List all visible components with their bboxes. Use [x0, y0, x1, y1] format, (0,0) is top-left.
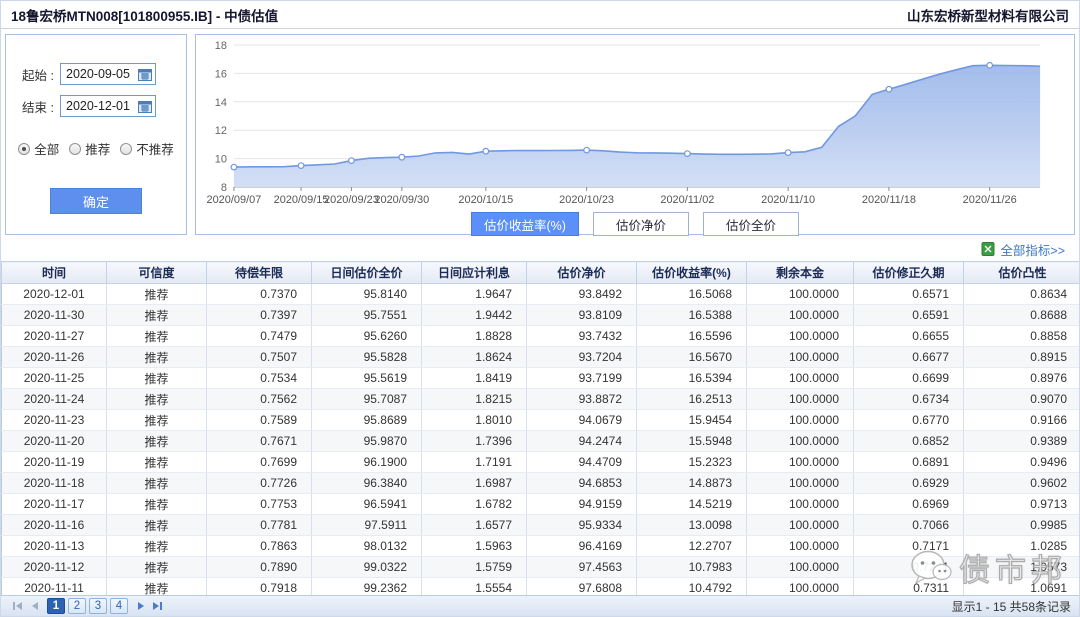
last-page-button[interactable]: [149, 599, 166, 614]
table-header-row: 时间可信度待偿年限日间估价全价日间应计利息估价净价估价收益率(%)剩余本金估价修…: [2, 262, 1080, 284]
svg-text:2020/11/26: 2020/11/26: [963, 194, 1017, 206]
column-header: 待偿年限: [207, 262, 312, 284]
column-header: 估价净价: [527, 262, 637, 284]
svg-text:2020/11/18: 2020/11/18: [862, 194, 916, 206]
svg-text:2020/10/23: 2020/10/23: [559, 194, 614, 206]
pagination-bar: 1234 显示1 - 15 共58条记录: [1, 595, 1079, 616]
metric-tab[interactable]: 估价净价: [593, 212, 689, 236]
page-button-4[interactable]: 4: [110, 598, 128, 614]
chart-panel: 8 10 12 14 16 18 2020/09/07 2020/09/152020/09/2…: [195, 34, 1075, 235]
table-row[interactable]: 2020-11-26推荐0.750795.58281.862493.720416…: [2, 347, 1080, 368]
column-header: 估价修正久期: [854, 262, 964, 284]
column-header: 日间应计利息: [422, 262, 527, 284]
svg-text:2020/10/15: 2020/10/15: [458, 194, 513, 206]
metric-tab[interactable]: 估价全价: [703, 212, 799, 236]
start-date-row: 起始 :: [22, 63, 186, 85]
table-row[interactable]: 2020-11-23推荐0.758995.86891.801094.067915…: [2, 410, 1080, 431]
table-row[interactable]: 2020-11-30推荐0.739795.75511.944293.810916…: [2, 305, 1080, 326]
column-header: 剩余本金: [747, 262, 854, 284]
column-header: 估价凸性: [964, 262, 1080, 284]
end-date-input[interactable]: [66, 99, 138, 113]
calendar-icon[interactable]: [138, 68, 152, 81]
filter-panel: 起始 : 结束 :: [5, 34, 187, 235]
controls-section: 起始 : 结束 :: [1, 29, 1079, 237]
recommend-radio-group: 全部推荐不推荐: [12, 139, 180, 158]
company-name: 山东宏桥新型材料有限公司: [907, 5, 1069, 25]
yield-chart: 8 10 12 14 16 18 2020/09/07 2020/09/152020/09/2…: [196, 37, 1074, 209]
radio-circle-icon[interactable]: [120, 143, 132, 155]
prev-page-button[interactable]: [26, 599, 43, 614]
table-row[interactable]: 2020-11-13推荐0.786398.01321.596396.416912…: [2, 536, 1080, 557]
metric-tabs: 估价收益率(%) 估价净价估价全价: [196, 212, 1074, 236]
start-date-input[interactable]: [66, 67, 138, 81]
radio-不推荐[interactable]: 不推荐: [120, 139, 174, 158]
radio-推荐[interactable]: 推荐: [69, 139, 110, 158]
radio-circle-icon[interactable]: [69, 143, 81, 155]
column-header: 估价收益率(%): [637, 262, 747, 284]
column-header: 日间估价全价: [312, 262, 422, 284]
svg-text:8: 8: [221, 182, 227, 194]
page-title: 18鲁宏桥MTN008[101800955.IB] - 中债估值: [11, 5, 278, 25]
table-body: 2020-12-01推荐0.737095.81401.964793.849216…: [2, 284, 1080, 599]
table-row[interactable]: 2020-11-12推荐0.789099.03221.575997.456310…: [2, 557, 1080, 578]
svg-text:12: 12: [215, 125, 227, 137]
page-button-2[interactable]: 2: [68, 598, 86, 614]
column-header: 时间: [2, 262, 107, 284]
bond-valuation-window: 18鲁宏桥MTN008[101800955.IB] - 中债估值 山东宏桥新型材…: [0, 0, 1080, 617]
svg-text:2020/09/30: 2020/09/30: [374, 194, 429, 206]
table-row[interactable]: 2020-11-16推荐0.778197.59111.657795.933413…: [2, 515, 1080, 536]
start-date-field[interactable]: [60, 63, 156, 85]
excel-export-icon[interactable]: [981, 242, 995, 256]
table-row[interactable]: 2020-11-17推荐0.775396.59411.678294.915914…: [2, 494, 1080, 515]
svg-text:16: 16: [215, 68, 227, 80]
svg-text:18: 18: [215, 40, 227, 52]
indicator-row: 全部指标>>: [1, 237, 1079, 261]
end-date-field[interactable]: [60, 95, 156, 117]
title-bar: 18鲁宏桥MTN008[101800955.IB] - 中债估值 山东宏桥新型材…: [1, 1, 1079, 29]
metric-tab[interactable]: 估价收益率(%): [471, 212, 579, 236]
page-button-3[interactable]: 3: [89, 598, 107, 614]
table-row[interactable]: 2020-11-20推荐0.767195.98701.739694.247415…: [2, 431, 1080, 452]
all-indicators-link[interactable]: 全部指标>>: [1000, 240, 1065, 259]
valuation-table: 时间可信度待偿年限日间估价全价日间应计利息估价净价估价收益率(%)剩余本金估价修…: [1, 261, 1080, 599]
radio-全部[interactable]: 全部: [18, 139, 59, 158]
radio-circle-icon[interactable]: [18, 143, 30, 155]
column-header: 可信度: [107, 262, 207, 284]
svg-text:2020/09/23: 2020/09/23: [324, 194, 379, 206]
end-date-row: 结束 :: [22, 95, 186, 117]
svg-text:10: 10: [215, 154, 227, 166]
table-row[interactable]: 2020-11-25推荐0.753495.56191.841993.719916…: [2, 368, 1080, 389]
end-date-label: 结束 :: [22, 97, 60, 116]
calendar-icon[interactable]: [138, 100, 152, 113]
page-button-1[interactable]: 1: [47, 598, 65, 614]
page-buttons: 1234: [47, 598, 128, 614]
first-page-button[interactable]: [9, 599, 26, 614]
svg-text:14: 14: [215, 97, 227, 109]
start-date-label: 起始 :: [22, 65, 60, 84]
confirm-button[interactable]: 确定: [50, 188, 142, 214]
table-row[interactable]: 2020-12-01推荐0.737095.81401.964793.849216…: [2, 284, 1080, 305]
table-row[interactable]: 2020-11-19推荐0.769996.19001.719194.470915…: [2, 452, 1080, 473]
next-page-button[interactable]: [132, 599, 149, 614]
record-summary: 显示1 - 15 共58条记录: [952, 598, 1071, 615]
svg-text:2020/11/02: 2020/11/02: [660, 194, 714, 206]
svg-text:2020/09/07: 2020/09/07: [206, 194, 261, 206]
table-row[interactable]: 2020-11-24推荐0.756295.70871.821593.887216…: [2, 389, 1080, 410]
table-row[interactable]: 2020-11-27推荐0.747995.62601.882893.743216…: [2, 326, 1080, 347]
svg-text:2020/11/10: 2020/11/10: [761, 194, 815, 206]
svg-text:2020/09/15: 2020/09/15: [274, 194, 329, 206]
table-row[interactable]: 2020-11-18推荐0.772696.38401.698794.685314…: [2, 473, 1080, 494]
